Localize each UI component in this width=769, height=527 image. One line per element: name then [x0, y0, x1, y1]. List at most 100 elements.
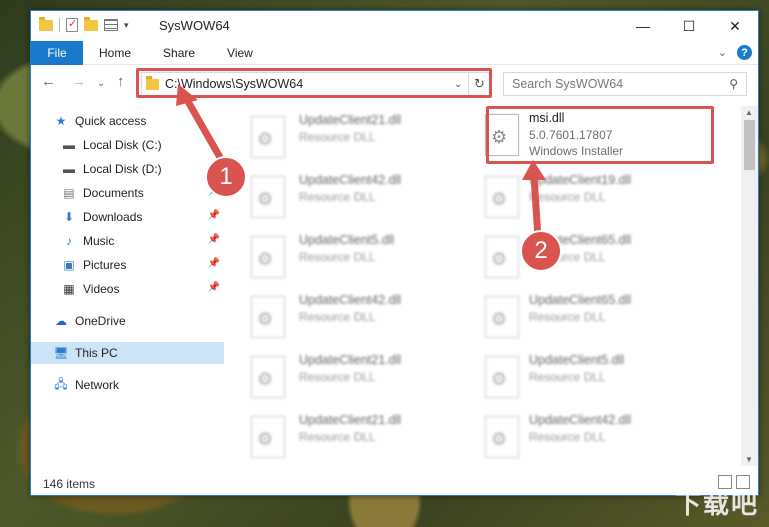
- sidebar-item-label: Documents: [83, 186, 144, 200]
- file-type: Resource DLL: [529, 430, 606, 444]
- computer-icon: 🖥: [53, 346, 69, 360]
- list-item[interactable]: UpdateClient65.dll Resource DLL: [469, 290, 689, 346]
- list-item[interactable]: UpdateClient21.dll Resource DLL: [231, 110, 451, 166]
- sidebar-item-music[interactable]: ♪ Music 📌: [31, 230, 224, 252]
- sidebar-item-quick-access[interactable]: ★ Quick access: [31, 110, 224, 132]
- download-icon: ⬇: [63, 210, 75, 224]
- watermark-logo: 下载吧: [674, 489, 759, 519]
- list-item[interactable]: UpdateClient5.dll Resource DLL: [469, 350, 689, 406]
- address-dropdown-icon[interactable]: ⌄: [454, 79, 468, 90]
- tab-share[interactable]: Share: [147, 46, 211, 60]
- recent-dropdown-icon[interactable]: ⌄: [97, 78, 105, 89]
- vertical-scrollbar[interactable]: ▲ ▼: [741, 106, 758, 466]
- callout-badge-2: 2: [520, 230, 562, 272]
- list-item[interactable]: UpdateClient5.dll Resource DLL: [231, 230, 451, 286]
- refresh-icon[interactable]: ↻: [468, 73, 490, 95]
- sidebar-item-label: This PC: [75, 346, 118, 360]
- file-name: UpdateClient21.dll: [299, 353, 402, 367]
- file-type: Resource DLL: [299, 370, 376, 384]
- dll-file-icon: [251, 176, 285, 218]
- file-type: Resource DLL: [529, 370, 606, 384]
- dll-file-icon: [251, 116, 285, 158]
- sidebar-item-network[interactable]: 🖧 Network: [31, 374, 224, 396]
- dll-file-icon: [251, 236, 285, 278]
- list-item[interactable]: UpdateClient42.dll Resource DLL: [231, 170, 451, 226]
- new-folder-icon[interactable]: [84, 16, 98, 31]
- up-icon[interactable]: ↑: [117, 73, 125, 90]
- sidebar-item-local-disk-d[interactable]: ▬ Local Disk (D:): [31, 158, 224, 180]
- status-item-count: 146 items: [43, 477, 96, 491]
- dll-file-icon: [485, 176, 519, 218]
- sidebar-item-label: Videos: [83, 282, 120, 296]
- address-path[interactable]: C:\Windows\SysWOW64: [165, 77, 454, 91]
- drive-icon: ▬: [63, 138, 75, 152]
- minimize-button[interactable]: —: [620, 11, 666, 41]
- scroll-up-icon[interactable]: ▲: [745, 108, 753, 117]
- callout-badge-1: 1: [205, 156, 247, 198]
- address-bar[interactable]: C:\Windows\SysWOW64 ⌄ ↻: [141, 72, 491, 96]
- list-item[interactable]: UpdateClient42.dll Resource DLL: [469, 410, 689, 466]
- forward-icon[interactable]: →: [71, 73, 86, 90]
- file-type: Resource DLL: [299, 190, 376, 204]
- pin-icon[interactable]: 📌: [208, 282, 220, 293]
- view-icon[interactable]: [104, 19, 118, 31]
- back-icon[interactable]: ←: [41, 73, 56, 90]
- sidebar-item-documents[interactable]: ▤ Documents 📌: [31, 182, 224, 204]
- dll-file-icon: [485, 114, 519, 156]
- dll-file-icon: [251, 416, 285, 458]
- chevron-down-icon[interactable]: ⌄: [718, 46, 727, 59]
- quick-access-toolbar: ▾: [39, 16, 129, 32]
- toolbar-separator: [59, 18, 60, 32]
- pin-icon[interactable]: 📌: [208, 234, 220, 245]
- file-type: Resource DLL: [529, 310, 606, 324]
- dll-file-icon: [485, 236, 519, 278]
- dll-file-icon: [485, 356, 519, 398]
- sidebar-item-videos[interactable]: ▦ Videos 📌: [31, 278, 224, 300]
- search-input[interactable]: Search SysWOW64 ⚲: [503, 72, 747, 96]
- file-name: UpdateClient19.dll: [529, 173, 632, 187]
- sidebar-item-pictures[interactable]: ▣ Pictures 📌: [31, 254, 224, 276]
- file-type: Windows Installer: [529, 144, 624, 158]
- dll-file-icon: [485, 296, 519, 338]
- list-item[interactable]: UpdateClient21.dll Resource DLL: [231, 350, 451, 406]
- tab-home[interactable]: Home: [83, 46, 147, 60]
- file-name: UpdateClient42.dll: [299, 173, 402, 187]
- list-item[interactable]: UpdateClient42.dll Resource DLL: [231, 290, 451, 346]
- file-version: 5.0.7601.17807: [529, 128, 613, 142]
- sidebar-item-label: Network: [75, 378, 120, 392]
- file-name: UpdateClient5.dll: [529, 353, 625, 367]
- cloud-icon: ☁: [55, 314, 67, 328]
- customize-dropdown-icon[interactable]: ▾: [124, 20, 129, 31]
- file-type: Resource DLL: [299, 430, 376, 444]
- scroll-down-icon[interactable]: ▼: [745, 455, 753, 464]
- list-item-msi-dll[interactable]: msi.dll 5.0.7601.17807 Windows Installer: [469, 108, 689, 164]
- folder-icon[interactable]: [39, 16, 53, 31]
- sidebar-item-local-disk-c[interactable]: ▬ Local Disk (C:): [31, 134, 224, 156]
- sidebar-item-this-pc[interactable]: 🖥 This PC: [31, 342, 224, 364]
- sidebar-item-onedrive[interactable]: ☁ OneDrive: [31, 310, 224, 332]
- file-list: UpdateClient21.dll Resource DLL UpdateCl…: [231, 106, 741, 466]
- properties-icon[interactable]: [66, 17, 78, 32]
- ribbon-tabs: File Home Share View ⌄ ?: [31, 40, 758, 65]
- maximize-button[interactable]: ☐: [666, 11, 712, 41]
- file-type: Resource DLL: [299, 130, 376, 144]
- close-button[interactable]: ✕: [712, 11, 758, 41]
- file-name: UpdateClient5.dll: [299, 233, 395, 247]
- title-bar: ▾ SysWOW64 — ☐ ✕: [31, 11, 758, 41]
- window-title: SysWOW64: [159, 18, 230, 33]
- list-item[interactable]: UpdateClient19.dll Resource DLL: [469, 170, 689, 226]
- drive-icon: ▬: [63, 162, 75, 176]
- help-icon[interactable]: ?: [737, 45, 752, 60]
- pin-icon[interactable]: 📌: [208, 258, 220, 269]
- scrollbar-thumb[interactable]: [744, 120, 755, 170]
- sidebar-item-downloads[interactable]: ⬇ Downloads 📌: [31, 206, 224, 228]
- tab-file[interactable]: File: [31, 40, 83, 65]
- documents-icon: ▤: [63, 186, 75, 200]
- list-item[interactable]: UpdateClient21.dll Resource DLL: [231, 410, 451, 466]
- videos-icon: ▦: [63, 282, 75, 296]
- pin-icon[interactable]: 📌: [208, 210, 220, 221]
- list-item[interactable]: UpdateClient65.dll Resource DLL: [469, 230, 689, 286]
- search-icon[interactable]: ⚲: [729, 77, 738, 91]
- tab-view[interactable]: View: [211, 46, 269, 60]
- sidebar-item-label: Downloads: [83, 210, 143, 224]
